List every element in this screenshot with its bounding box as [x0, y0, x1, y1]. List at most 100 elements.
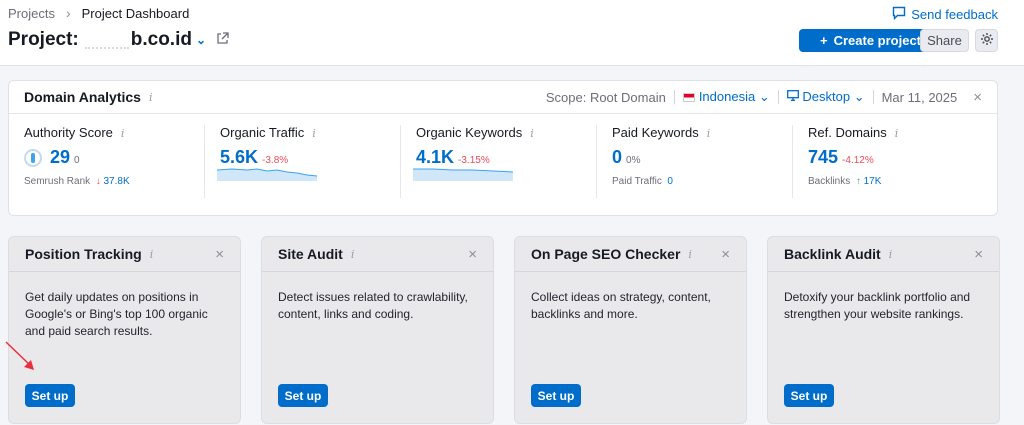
metric-value-row: 4.1K -3.15%	[416, 147, 596, 168]
send-feedback-link[interactable]: Send feedback	[892, 6, 998, 23]
set-up-button[interactable]: Set up	[278, 384, 328, 407]
metrics-row: Authority Score i 29 0 Semrush Rank ↓ 37.…	[9, 114, 997, 198]
card-on-page-seo-checker: On Page SEO Checker i × Collect ideas on…	[514, 236, 747, 424]
semrush-rank-label: Semrush Rank	[24, 176, 91, 187]
share-button[interactable]: Share	[920, 29, 969, 52]
country-selector[interactable]: Indonesia ⌄	[682, 89, 770, 105]
card-position-tracking: Position Tracking i × Get daily updates …	[8, 236, 241, 424]
divider	[777, 90, 779, 104]
metric-value: 0	[612, 147, 623, 167]
metric-sub: Backlinks ↑ 17K	[808, 176, 881, 187]
settings-button[interactable]	[975, 29, 998, 52]
close-icon[interactable]: ×	[468, 246, 477, 263]
set-up-button[interactable]: Set up	[784, 384, 834, 407]
metric-sub: Semrush Rank ↓ 37.8K	[24, 176, 130, 187]
info-icon[interactable]: i	[312, 127, 316, 140]
chevron-right-icon: ›	[65, 5, 71, 21]
backlinks-label: Backlinks	[808, 176, 851, 187]
info-icon[interactable]: i	[889, 248, 893, 261]
desktop-icon	[786, 89, 803, 104]
paid-traffic-label: Paid Traffic	[612, 176, 662, 187]
card-description: Detect issues related to crawlability, c…	[278, 290, 468, 321]
analytics-filters: Scope: Root Domain Indonesia ⌄ Desktop ⌄…	[546, 89, 982, 106]
info-icon[interactable]: i	[895, 127, 899, 140]
metric-extra: 0	[74, 155, 80, 166]
divider	[872, 90, 874, 104]
metric-sub: Paid Traffic 0	[612, 176, 673, 187]
indonesia-flag-icon	[682, 93, 695, 102]
card-title: On Page SEO Checker	[531, 246, 681, 262]
divider	[673, 90, 675, 104]
close-icon[interactable]: ×	[973, 89, 982, 106]
metric-value-row: 745 -4.12%	[808, 147, 989, 168]
set-up-button[interactable]: Set up	[531, 384, 581, 407]
country-label: Indonesia	[698, 89, 756, 104]
breadcrumb: Projects › Project Dashboard	[8, 5, 189, 21]
metric-value: 5.6K	[220, 147, 259, 167]
external-link-icon[interactable]	[216, 32, 229, 48]
close-icon[interactable]: ×	[215, 246, 224, 263]
metric-label: Authority Score i	[24, 125, 125, 140]
metric-label: Organic Traffic i	[220, 125, 316, 140]
info-icon[interactable]: i	[707, 127, 711, 140]
metric-organic-keywords[interactable]: Organic Keywords i 4.1K -3.15%	[401, 125, 597, 198]
create-project-label: Create project	[833, 33, 921, 48]
chevron-down-icon: ⌄	[853, 89, 865, 104]
metric-label: Organic Keywords i	[416, 125, 534, 140]
metric-label: Ref. Domains i	[808, 125, 899, 140]
project-prefix: Project:	[8, 29, 79, 50]
close-icon[interactable]: ×	[721, 246, 730, 263]
plus-icon: +	[819, 33, 828, 48]
device-label: Desktop	[802, 89, 851, 104]
breadcrumb-projects-link[interactable]: Projects	[8, 6, 55, 21]
info-icon[interactable]: i	[688, 248, 692, 261]
domain-analytics-header: Domain Analytics i Scope: Root Domain In…	[9, 81, 997, 114]
metric-value-row: 5.6K -3.8%	[220, 147, 400, 168]
metric-value-row: 0 0%	[612, 147, 792, 168]
card-header: On Page SEO Checker i ×	[515, 237, 746, 272]
card-site-audit: Site Audit i × Detect issues related to …	[261, 236, 494, 424]
metric-change: -4.12%	[842, 155, 874, 166]
semrush-rank-value[interactable]: 37.8K	[103, 176, 129, 187]
backlinks-value[interactable]: 17K	[864, 176, 882, 187]
analytics-date: Mar 11, 2025	[881, 89, 958, 105]
authority-score-icon	[24, 149, 42, 167]
info-icon[interactable]: i	[121, 127, 125, 140]
metric-ref-domains[interactable]: Ref. Domains i 745 -4.12% Backlinks ↑ 17K	[793, 125, 989, 198]
info-icon[interactable]: i	[150, 248, 154, 261]
close-icon[interactable]: ×	[974, 246, 983, 263]
metric-change: -3.8%	[262, 155, 289, 166]
paid-traffic-value[interactable]: 0	[667, 176, 673, 187]
device-selector[interactable]: Desktop ⌄	[786, 89, 865, 105]
chevron-down-icon[interactable]: ⌄	[196, 33, 206, 47]
metric-change: -3.15%	[458, 155, 490, 166]
metric-value: 4.1K	[416, 147, 455, 167]
feedback-icon	[892, 6, 906, 23]
masked-domain-part	[84, 31, 129, 49]
card-backlink-audit: Backlink Audit i × Detoxify your backlin…	[767, 236, 1000, 424]
project-domain[interactable]: b.co.id	[131, 29, 192, 51]
card-description: Detoxify your backlink portfolio and str…	[784, 290, 971, 321]
metric-label: Paid Keywords i	[612, 125, 711, 140]
info-icon[interactable]: i	[351, 248, 355, 261]
card-title: Position Tracking	[25, 246, 142, 262]
metric-authority-score[interactable]: Authority Score i 29 0 Semrush Rank ↓ 37.…	[9, 125, 205, 198]
metric-value: 29	[50, 147, 71, 167]
domain-analytics-title: Domain Analytics	[24, 89, 141, 105]
info-icon[interactable]: i	[530, 127, 534, 140]
chevron-down-icon: ⌄	[758, 89, 770, 104]
metric-organic-traffic[interactable]: Organic Traffic i 5.6K -3.8%	[205, 125, 401, 198]
metric-paid-keywords[interactable]: Paid Keywords i 0 0% Paid Traffic 0	[597, 125, 793, 198]
metric-value: 745	[808, 147, 839, 167]
metric-value-row: 29 0	[24, 147, 204, 168]
organic-traffic-sparkline	[217, 168, 318, 181]
domain-analytics-panel: Domain Analytics i Scope: Root Domain In…	[8, 80, 998, 216]
metric-extra: 0%	[626, 155, 641, 166]
gear-icon	[980, 32, 994, 49]
arrow-up-icon: ↑	[855, 176, 861, 187]
card-title: Backlink Audit	[784, 246, 881, 262]
set-up-button[interactable]: Set up	[25, 384, 75, 407]
info-icon[interactable]: i	[149, 91, 153, 104]
card-header: Backlink Audit i ×	[768, 237, 999, 272]
feedback-label: Send feedback	[911, 7, 998, 22]
